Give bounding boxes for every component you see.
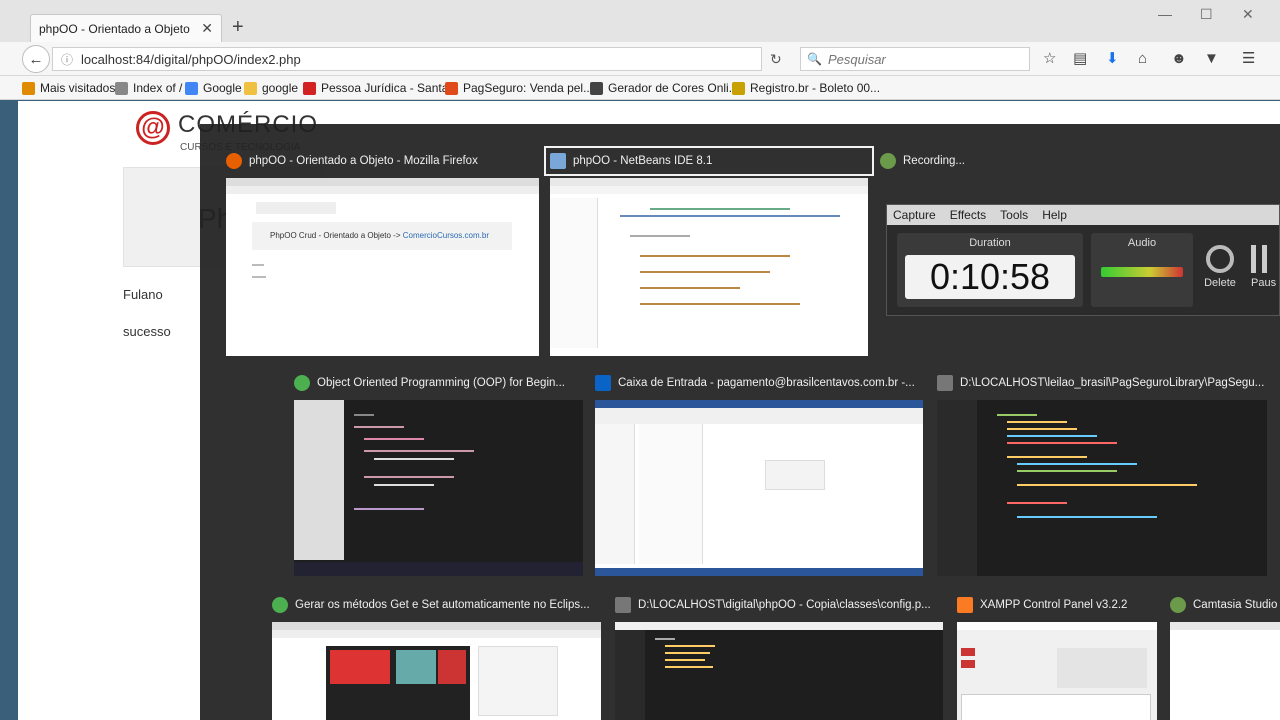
camtasia-recorder-icon <box>880 153 896 169</box>
netbeans-icon <box>550 153 566 169</box>
navigation-bar: ← ⓘ ↻ 🔍 ☆ ▤ ⬇ ⌂ ☻ ▼ ☰ <box>0 42 1280 76</box>
page-text-line: sucesso <box>123 324 171 339</box>
minimize-icon[interactable]: — <box>1158 6 1172 22</box>
window-thumbnail <box>272 622 601 720</box>
recorder-panel: Capture Effects Tools Help Duration 0:10… <box>886 204 1280 316</box>
star-icon[interactable]: ☆ <box>1043 51 1056 67</box>
downloads-icon[interactable]: ⬇ <box>1106 51 1119 67</box>
tab-title: phpOO - Orientado a Objeto <box>39 21 190 36</box>
bookmarks-list-icon[interactable]: ▤ <box>1073 51 1087 67</box>
duration-label: Duration <box>969 237 1011 249</box>
window-thumbnail <box>1170 622 1280 720</box>
window-thumbnail <box>957 622 1157 720</box>
bookmark-registro-br[interactable]: Registro.br - Boleto 00... <box>732 81 880 95</box>
switcher-window-netbeans[interactable]: phpOO - NetBeans IDE 8.1 <box>544 146 874 356</box>
camtasia-icon <box>1170 597 1186 613</box>
audio-panel: Audio <box>1091 233 1193 307</box>
window-thumbnail <box>550 178 868 356</box>
switcher-window-camtasia-studio[interactable]: Camtasia Studio <box>1170 596 1280 720</box>
thumb-link: ComercioCursos.com.br <box>402 231 489 240</box>
bookmark-pessoa-juridica[interactable]: Pessoa Jurídica - Santa... <box>303 81 458 95</box>
pagseguro-icon <box>445 81 458 95</box>
duration-panel: Duration 0:10:58 <box>897 233 1083 307</box>
pause-button[interactable]: Paus <box>1251 245 1276 289</box>
pocket-icon[interactable]: ▼ <box>1204 51 1219 67</box>
thumb-text: PhpOO Crud - Orientado a Objeto -> <box>270 231 403 240</box>
search-box[interactable]: 🔍 <box>800 47 1030 71</box>
duration-display: 0:10:58 <box>905 255 1075 299</box>
browser-tab[interactable]: phpOO - Orientado a Objeto ✕ <box>30 14 222 42</box>
sublime-icon <box>937 375 953 391</box>
url-input[interactable] <box>81 51 682 67</box>
outlook-icon <box>595 375 611 391</box>
delete-icon <box>1206 245 1234 273</box>
address-bar[interactable]: ⓘ <box>52 47 762 71</box>
palette-icon <box>590 81 603 95</box>
registro-icon <box>732 81 745 95</box>
folder-icon <box>244 81 257 95</box>
audio-level-slider[interactable] <box>1101 267 1183 277</box>
reload-icon[interactable]: ↻ <box>770 51 782 68</box>
close-icon[interactable]: ✕ <box>201 20 213 37</box>
window-thumbnail: PhpOO Crud - Orientado a Objeto -> Comer… <box>226 178 539 356</box>
menu-tools[interactable]: Tools <box>1000 208 1028 222</box>
window-thumbnail <box>595 400 923 576</box>
pause-icon <box>1251 245 1267 273</box>
new-tab-button[interactable]: + <box>232 16 244 38</box>
bookmark-mais-visitados[interactable]: Mais visitados <box>22 81 115 95</box>
sublime-icon <box>615 597 631 613</box>
firefox-icon <box>226 153 242 169</box>
tab-bar: phpOO - Orientado a Objeto ✕ + — ☐ ✕ <box>0 0 1280 42</box>
switcher-window-sublime-pagseguro[interactable]: D:\LOCALHOST\leilao_brasil\PagSeguroLibr… <box>937 374 1267 576</box>
chat-icon[interactable]: ☻ <box>1171 51 1187 67</box>
bookmark-pagseguro[interactable]: PagSeguro: Venda pel... <box>445 81 593 95</box>
pause-label: Paus <box>1251 277 1277 289</box>
star-folder-icon <box>22 81 35 95</box>
search-input[interactable] <box>827 51 1018 67</box>
bookmark-google-folder[interactable]: google <box>244 81 298 95</box>
window-thumbnail <box>615 622 943 720</box>
delete-button[interactable]: Delete <box>1203 245 1237 289</box>
audio-label: Audio <box>1127 237 1157 249</box>
chrome-icon <box>272 597 288 613</box>
switcher-window-sublime-config[interactable]: D:\LOCALHOST\digital\phpOO - Copia\class… <box>615 596 943 720</box>
bookmark-google[interactable]: Google <box>185 81 242 95</box>
santander-icon <box>303 81 316 95</box>
search-icon: 🔍 <box>807 52 822 66</box>
window-thumbnail <box>294 400 583 576</box>
back-button[interactable]: ← <box>22 45 50 73</box>
switcher-window-firefox[interactable]: phpOO - Orientado a Objeto - Mozilla Fir… <box>226 152 539 356</box>
recorder-menu: Capture Effects Tools Help <box>887 205 1279 225</box>
xampp-icon <box>957 597 973 613</box>
globe-icon <box>115 81 128 95</box>
maximize-icon[interactable]: ☐ <box>1200 6 1213 23</box>
menu-capture[interactable]: Capture <box>893 208 936 222</box>
bookmark-gerador-de-cores[interactable]: Gerador de Cores Onli... <box>590 81 739 95</box>
switcher-window-xampp[interactable]: XAMPP Control Panel v3.2.2 <box>957 596 1157 720</box>
bookmarks-toolbar: Mais visitados Index of / Google google … <box>0 76 1280 100</box>
window-thumbnail <box>937 400 1267 576</box>
delete-label: Delete <box>1204 277 1236 289</box>
home-icon[interactable]: ⌂ <box>1138 51 1147 67</box>
at-sign-logo-icon: @ <box>136 111 170 145</box>
back-arrow-icon: ← <box>28 50 44 68</box>
menu-effects[interactable]: Effects <box>950 208 986 222</box>
menu-icon[interactable]: ☰ <box>1242 51 1255 67</box>
switcher-window-chrome-getset[interactable]: Gerar os métodos Get e Set automaticamen… <box>272 596 601 720</box>
page-text-line: Fulano <box>123 287 163 302</box>
menu-help[interactable]: Help <box>1042 208 1067 222</box>
chrome-icon <box>294 375 310 391</box>
google-icon <box>185 81 198 95</box>
window-close-icon[interactable]: ✕ <box>1242 6 1254 23</box>
info-icon[interactable]: ⓘ <box>61 51 73 68</box>
bookmark-index-of[interactable]: Index of / <box>115 81 182 95</box>
switcher-window-recording[interactable]: Recording... <box>880 152 1000 170</box>
switcher-window-chrome-oop[interactable]: Object Oriented Programming (OOP) for Be… <box>294 374 583 576</box>
switcher-window-outlook[interactable]: Caixa de Entrada - pagamento@brasilcenta… <box>595 374 923 576</box>
